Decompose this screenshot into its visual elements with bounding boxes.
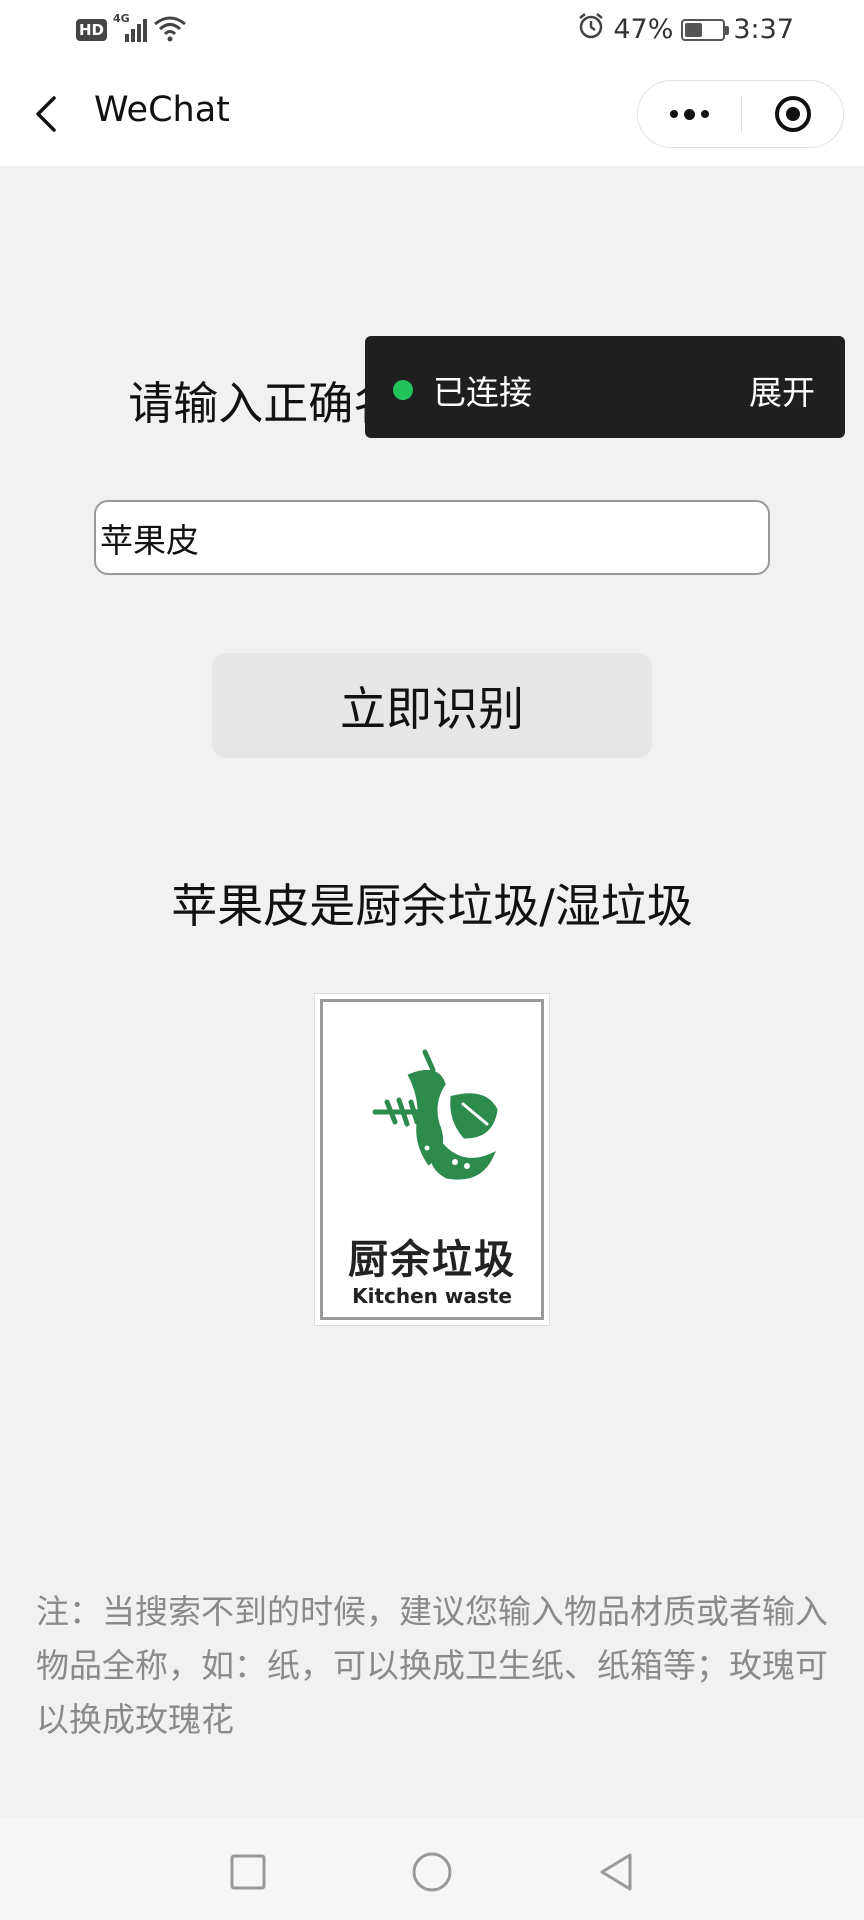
back-nav-button[interactable] [594, 1850, 638, 1894]
more-button[interactable] [638, 81, 741, 147]
connection-toast: 已连接 展开 [365, 336, 845, 438]
sign-title-en: Kitchen waste [352, 1284, 512, 1308]
app-screen: HD 4G 47% 3:37 WeChat 已连接 展开 苹果皮 立即识别 苹果… [0, 0, 864, 1920]
battery-level [685, 22, 703, 37]
more-dots-icon [670, 108, 709, 120]
triangle-back-icon [600, 1853, 632, 1891]
square-icon [230, 1854, 266, 1890]
target-close-icon [774, 96, 811, 132]
home-button[interactable] [410, 1850, 454, 1894]
wifi-icon [153, 14, 187, 46]
recent-apps-button[interactable] [226, 1850, 270, 1894]
sign-border: 厨余垃圾 Kitchen waste [320, 999, 544, 1320]
toast-text: 已连接 [433, 373, 532, 412]
alarm-icon [577, 12, 605, 47]
kitchen-waste-sign: 厨余垃圾 Kitchen waste [314, 993, 550, 1326]
apple-core-fishbone-icon [372, 1049, 498, 1180]
nav-bar: WeChat [0, 62, 864, 166]
result-text: 苹果皮是厨余垃圾/湿垃圾 [171, 879, 693, 933]
close-mini-program-button[interactable] [742, 81, 843, 147]
status-right: 47% 3:37 [577, 12, 794, 47]
mini-program-capsule [637, 80, 844, 148]
connected-status-dot [393, 380, 413, 400]
back-button[interactable] [28, 92, 68, 136]
item-name-input[interactable] [94, 500, 770, 575]
sign-title-cn: 厨余垃圾 [348, 1237, 516, 1283]
system-navigation-bar [0, 1818, 864, 1920]
hd-badge: HD [76, 19, 108, 41]
chevron-left-icon [36, 96, 56, 132]
clock: 3:37 [733, 14, 794, 45]
battery-icon [681, 18, 730, 41]
page-title: WeChat [94, 90, 230, 130]
status-left: HD 4G [76, 12, 187, 46]
identify-button[interactable]: 立即识别 [212, 653, 652, 758]
status-bar: HD 4G 47% 3:37 [0, 0, 864, 62]
toast-expand-button[interactable]: 展开 [749, 366, 815, 414]
search-tip-note: 注：当搜索不到的时候，建议您输入物品材质或者输入物品全称，如：纸，可以换成卫生纸… [36, 1592, 828, 1739]
circle-icon [412, 1852, 452, 1892]
battery-percent: 47% [613, 14, 674, 45]
signal-icon: 4G [113, 12, 148, 44]
